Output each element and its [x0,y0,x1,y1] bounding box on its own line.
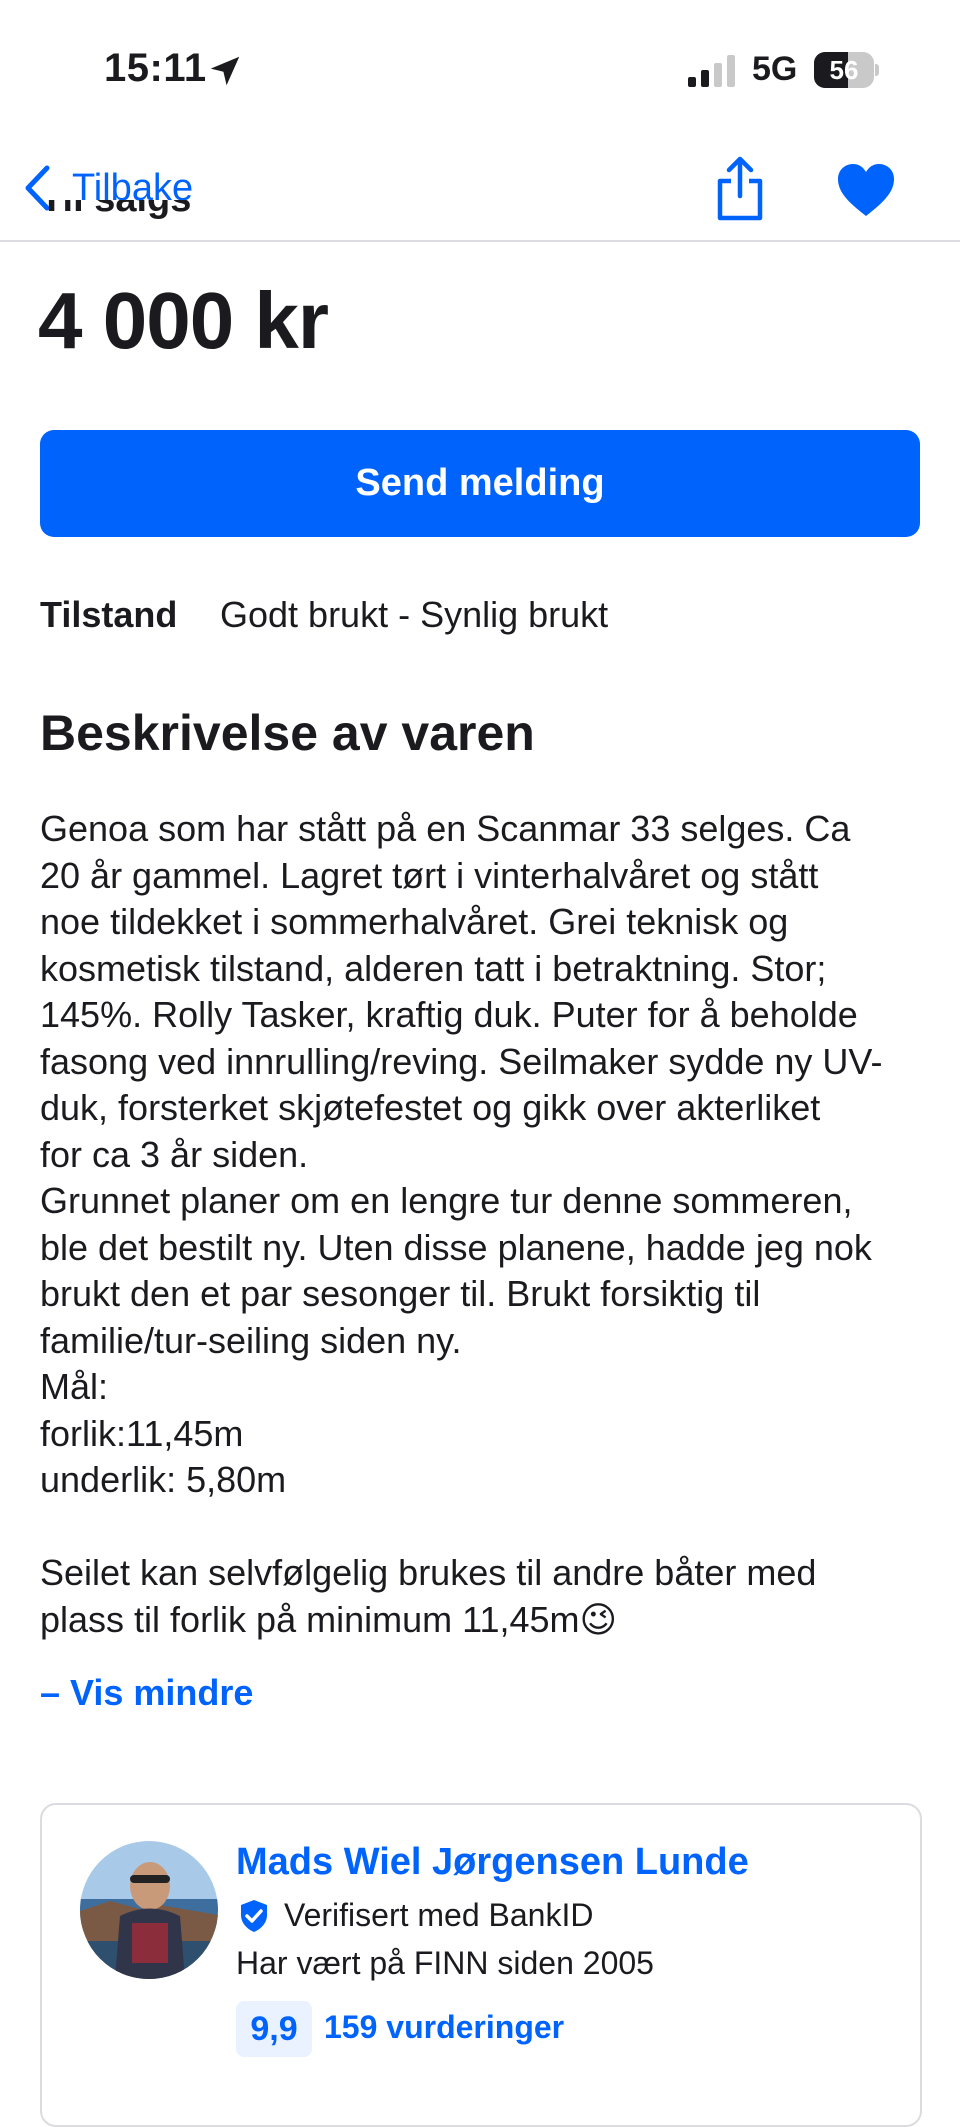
description-title: Beskrivelse av varen [40,705,535,761]
condition-row: Tilstand Godt brukt - Synlig brukt [40,594,608,636]
location-arrow-icon [210,56,240,86]
verified-text: Verifisert med BankID [284,1897,594,1933]
condition-label: Tilstand [40,594,178,635]
avatar[interactable] [80,1841,218,1979]
description-text: Genoa som har stått på en Scanmar 33 sel… [40,808,883,1640]
verified-badge: Verifisert med BankID [236,1897,593,1934]
condition-value: Godt brukt - Synlig brukt [220,594,609,635]
status-time: 15:11 [104,46,207,90]
share-icon[interactable] [712,154,768,224]
battery-level: 56 [829,55,859,85]
reviews-link[interactable]: 159 vurderinger [324,2009,564,2046]
price: 4 000 kr [38,276,329,365]
network-type: 5G [752,50,798,88]
listing-status-label: Til salgs [40,200,440,221]
seller-card: Mads Wiel Jørgensen Lunde Verifisert med… [40,1803,922,2127]
status-bar: 15:11 5G 56 [0,0,960,140]
show-less-link[interactable]: – Vis mindre [40,1672,253,1714]
battery-icon: 56 [814,52,880,88]
member-since: Har vært på FINN siden 2005 [236,1945,654,1981]
verified-shield-icon [241,1899,267,1932]
rating-score: 9,9 [236,2001,312,2057]
send-message-button[interactable]: Send melding [40,430,920,537]
favorite-heart-icon[interactable] [836,162,896,218]
seller-name[interactable]: Mads Wiel Jørgensen Lunde [236,1841,749,1884]
cellular-signal-icon [688,55,735,87]
listing-status: Til salgs [40,200,440,240]
